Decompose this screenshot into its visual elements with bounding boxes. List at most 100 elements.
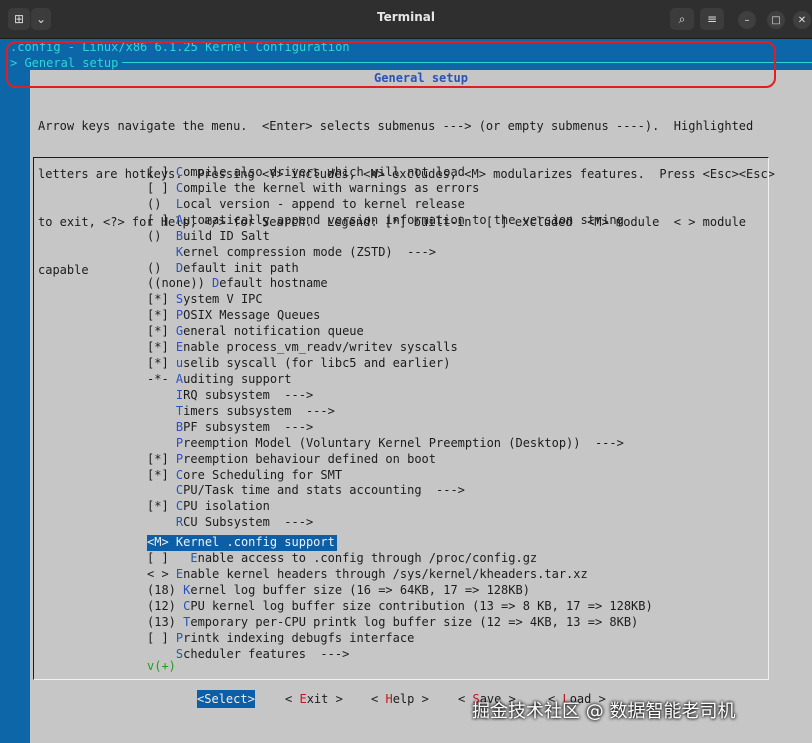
menu-item-label: emporary per-CPU printk log buffer size …	[190, 614, 639, 629]
menu-item-label: ocal version - append to kernel release	[183, 196, 465, 211]
menu-item-state	[147, 515, 176, 529]
button-label: elect>	[211, 692, 255, 706]
menu-item-label: ystem V IPC	[183, 292, 263, 307]
button-bracket: <	[285, 692, 300, 706]
menu-item-row: [*] System V IPC	[147, 292, 787, 308]
menu-item-row: Scheduler features --->	[147, 647, 787, 663]
menu-item[interactable]: [*] General notification queue	[147, 324, 787, 340]
menu-item-label: efault hostname	[219, 276, 328, 291]
menu-item[interactable]: CPU/Task time and stats accounting --->	[147, 483, 787, 499]
minimize-icon[interactable]: –	[738, 11, 756, 29]
menu-item-state	[147, 420, 176, 434]
menu-item-hotkey: E	[190, 551, 198, 566]
menu-item-label: RQ subsystem --->	[183, 387, 314, 402]
button-hotkey: H	[385, 692, 393, 706]
menu-item-row: (18) Kernel log buffer size (16 => 64KB,…	[147, 583, 787, 599]
menu-item-state: [*]	[147, 451, 176, 466]
button-bracket: <	[371, 692, 386, 706]
menu-item-row: () Build ID Salt	[147, 229, 787, 245]
menu-item[interactable]: (13) Temporary per-CPU printk log buffer…	[147, 615, 787, 631]
menu-item[interactable]: Kernel compression mode (ZSTD) --->	[147, 245, 787, 261]
menu-item-label: reemption Model (Voluntary Kernel Preemp…	[183, 435, 624, 450]
menu-item-state: [*]	[147, 499, 176, 514]
button-label: xit >	[306, 692, 343, 706]
help-button[interactable]: < Help >	[371, 690, 429, 708]
menu-item[interactable]: RCU Subsystem --->	[147, 515, 787, 531]
menu-item-label: PU isolation	[183, 499, 270, 514]
menu-item-row: [ ] Compile the kernel with warnings as …	[147, 181, 787, 197]
menu-item-selected[interactable]: <M> Kernel .config support	[147, 535, 337, 552]
hamburger-menu-icon[interactable]: ≡	[700, 8, 724, 30]
menu-item[interactable]: ((none)) Default hostname	[147, 276, 787, 292]
menu-item[interactable]: [*] Preemption behaviour defined on boot	[147, 452, 787, 468]
menu-item[interactable]: [*] uselib syscall (for libc5 and earlie…	[147, 356, 787, 372]
menu-item-row: Timers subsystem --->	[147, 404, 787, 420]
menu-item-label: reemption behaviour defined on boot	[183, 451, 437, 466]
menu-item-label: nable process_vm_readv/writev syscalls	[183, 340, 458, 355]
menu-item-row: [ ] Enable access to .config through /pr…	[147, 551, 787, 567]
menu-item[interactable]: (18) Kernel log buffer size (16 => 64KB,…	[147, 583, 787, 599]
menu-item[interactable]: () Build ID Salt	[147, 229, 787, 245]
select-button[interactable]: <Select>	[197, 690, 255, 708]
menu-item-row: -*- Auditing support	[147, 372, 787, 388]
menu-item[interactable]: Timers subsystem --->	[147, 404, 787, 420]
terminal-window: ⊞ ⌄ Terminal ⌕ ≡ – □ ✕ .config - Linux/x…	[0, 0, 812, 743]
menu-item[interactable]: [*] POSIX Message Queues	[147, 308, 787, 324]
menu-item[interactable]: Scheduler features --->	[147, 647, 787, 663]
menu-item-row: (12) CPU kernel log buffer size contribu…	[147, 599, 787, 615]
menu-item-label: ompile the kernel with warnings as error…	[183, 180, 480, 195]
menu-item-label: ernel compression mode (ZSTD) --->	[183, 244, 437, 259]
menu-item[interactable]: [ ] Printk indexing debugfs interface	[147, 631, 787, 647]
menu-item-label: ompile also drivers which will not load	[183, 165, 465, 179]
menu-item-state: (13)	[147, 614, 184, 629]
menu-item-label: uditing support	[183, 371, 292, 386]
menu-item[interactable]: [ ] Compile also drivers which will not …	[147, 165, 787, 181]
close-icon[interactable]: ✕	[793, 11, 811, 29]
menu-item-row: [*] Preemption behaviour defined on boot	[147, 452, 787, 468]
menu-item-state: [*]	[147, 308, 176, 323]
menu-item[interactable]: [*] System V IPC	[147, 292, 787, 308]
menu-item-state: [*]	[147, 324, 176, 339]
maximize-icon[interactable]: □	[767, 11, 785, 29]
menu-item-label: ernel .config support	[183, 535, 335, 550]
menu-item-state: [ ]	[147, 180, 176, 195]
menu-item-row: [*] General notification queue	[147, 324, 787, 340]
menu-item-state	[147, 436, 176, 450]
menu-item[interactable]: (12) CPU kernel log buffer size contribu…	[147, 599, 787, 615]
menu-item[interactable]: () Default init path	[147, 261, 787, 277]
menu-item[interactable]: [*] Enable process_vm_readv/writev sysca…	[147, 340, 787, 356]
menu-item[interactable]: -*- Auditing support	[147, 372, 787, 388]
menu-item[interactable]: () Local version - append to kernel rele…	[147, 197, 787, 213]
menu-item-row: [ ] Compile also drivers which will not …	[147, 165, 787, 181]
menu-item-label: CU Subsystem --->	[183, 515, 314, 530]
menu-item-state: ()	[147, 228, 176, 243]
menu-item-state: (18)	[147, 582, 184, 597]
menu-item[interactable]: [*] Core Scheduling for SMT	[147, 468, 787, 484]
menu-item-label: OSIX Message Queues	[183, 308, 321, 323]
menu-item-row: Kernel compression mode (ZSTD) --->	[147, 245, 787, 261]
highlight-annotation-box	[6, 41, 776, 88]
menu-item-state: [*]	[147, 356, 176, 371]
menu-item-row: [ ] Printk indexing debugfs interface	[147, 631, 787, 647]
menu-item[interactable]: [ ] Automatically append version informa…	[147, 213, 787, 229]
menu-item[interactable]: BPF subsystem --->	[147, 420, 787, 436]
search-icon[interactable]: ⌕	[670, 8, 694, 30]
menu-item[interactable]: [ ] Compile the kernel with warnings as …	[147, 181, 787, 197]
menu-item-state: ((none))	[147, 276, 213, 291]
button-label: elp >	[392, 692, 429, 706]
menu-item-label: eneral notification queue	[183, 324, 364, 339]
menu-item-row: [*] Enable process_vm_readv/writev sysca…	[147, 340, 787, 356]
menu-item[interactable]: [*] CPU isolation	[147, 499, 787, 515]
exit-button[interactable]: < Exit >	[285, 690, 343, 708]
menu-item[interactable]: [ ] Enable access to .config through /pr…	[147, 551, 787, 567]
menu-item-label: nable access to .config through /proc/co…	[197, 551, 538, 566]
menu-item[interactable]: < > Enable kernel headers through /sys/k…	[147, 567, 787, 583]
menu-item-state	[147, 388, 176, 402]
menu-item-label: uild ID Salt	[183, 228, 270, 243]
menu-list: [ ] Compile also drivers which will not …	[147, 165, 787, 663]
menu-item-label: cheduler features --->	[183, 646, 350, 661]
menu-item[interactable]: IRQ subsystem --->	[147, 388, 787, 404]
menu-item-label: utomatically append version information …	[183, 212, 624, 227]
menu-item[interactable]: Preemption Model (Voluntary Kernel Preem…	[147, 436, 787, 452]
menu-item-state: [*]	[147, 292, 176, 307]
